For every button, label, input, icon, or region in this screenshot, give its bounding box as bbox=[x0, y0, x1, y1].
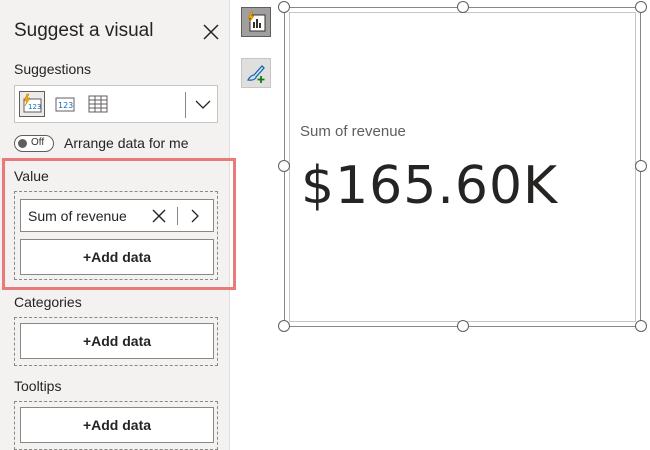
card-value: $165.60K bbox=[301, 156, 559, 216]
suggestion-card[interactable]: 123 bbox=[52, 91, 78, 117]
close-icon bbox=[203, 24, 219, 40]
close-button[interactable] bbox=[201, 22, 221, 42]
pane-title: Suggest a visual bbox=[14, 20, 154, 41]
suggestions-box: 123 123 bbox=[14, 85, 218, 123]
tooltips-add-data-button[interactable]: +Add data bbox=[20, 407, 214, 443]
value-add-data-button[interactable]: +Add data bbox=[20, 239, 214, 275]
svg-text:123: 123 bbox=[28, 103, 41, 111]
resize-handle-bottom-right[interactable] bbox=[635, 320, 647, 332]
chevron-right-icon bbox=[191, 209, 199, 223]
card-icon: 123 bbox=[55, 97, 75, 112]
tooltips-label: Tooltips bbox=[14, 378, 62, 394]
toggle-knob bbox=[18, 139, 27, 148]
resize-handle-bottom-left[interactable] bbox=[278, 320, 290, 332]
categories-well: +Add data bbox=[14, 317, 218, 366]
chip-divider bbox=[177, 207, 178, 225]
suggest-visual-toggle-button[interactable] bbox=[241, 7, 271, 37]
categories-label: Categories bbox=[14, 294, 82, 310]
quick-insight-card-icon: 123 bbox=[23, 93, 42, 113]
suggestions-dropdown-button[interactable] bbox=[191, 92, 215, 118]
expand-field-button[interactable] bbox=[185, 206, 205, 226]
paintbrush-add-icon bbox=[247, 65, 265, 83]
value-field-label: Sum of revenue bbox=[28, 208, 127, 224]
toggle-state: Off bbox=[31, 137, 45, 148]
suggest-visual-pane: Suggest a visual Suggestions 123 123 Off… bbox=[0, 0, 230, 450]
resize-handle-top-left[interactable] bbox=[278, 1, 290, 13]
svg-text:123: 123 bbox=[58, 101, 73, 110]
resize-handle-top-right[interactable] bbox=[635, 1, 647, 13]
suggestion-table[interactable] bbox=[85, 91, 111, 117]
card-category-label: Sum of revenue bbox=[300, 123, 406, 140]
suggestions-divider bbox=[185, 92, 186, 118]
value-label: Value bbox=[14, 168, 49, 184]
suggestion-quick-card[interactable]: 123 bbox=[19, 91, 45, 117]
format-visual-button[interactable] bbox=[241, 58, 271, 88]
close-icon bbox=[152, 209, 166, 223]
card-visual[interactable]: Sum of revenue $165.60K bbox=[284, 7, 641, 327]
resize-handle-bottom[interactable] bbox=[457, 320, 469, 332]
arrange-data-label: Arrange data for me bbox=[64, 135, 189, 151]
resize-handle-left[interactable] bbox=[278, 160, 290, 172]
value-well: Sum of revenue +Add data bbox=[14, 191, 218, 280]
resize-handle-right[interactable] bbox=[635, 160, 647, 172]
chevron-down-icon bbox=[195, 100, 211, 109]
value-field-chip[interactable]: Sum of revenue bbox=[20, 199, 214, 232]
suggestions-label: Suggestions bbox=[14, 61, 92, 77]
table-icon bbox=[88, 95, 108, 113]
categories-add-data-button[interactable]: +Add data bbox=[20, 323, 214, 359]
remove-field-button[interactable] bbox=[149, 206, 169, 226]
tooltips-well: +Add data bbox=[14, 401, 218, 450]
visual-suggest-icon bbox=[247, 11, 266, 32]
arrange-data-toggle[interactable]: Off bbox=[14, 135, 54, 152]
resize-handle-top[interactable] bbox=[457, 1, 469, 13]
